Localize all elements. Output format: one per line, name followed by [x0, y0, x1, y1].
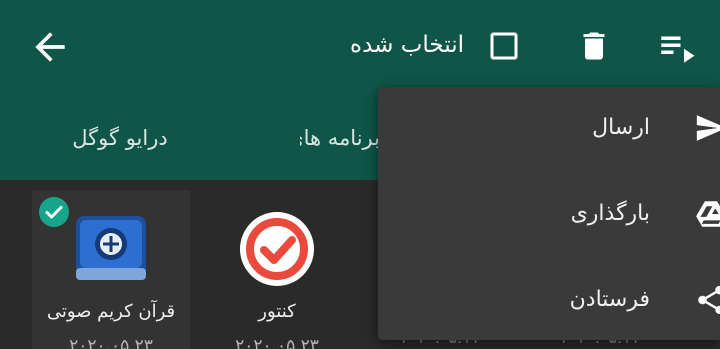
app-name: کنتور — [258, 301, 296, 322]
back-arrow-icon[interactable] — [28, 25, 72, 69]
counter-app-icon — [240, 212, 314, 286]
select-all-checkbox-icon[interactable] — [486, 28, 522, 64]
menu-item-share[interactable]: فرستادن — [378, 259, 720, 339]
app-name: قرآن کریم صوتی — [46, 301, 176, 322]
app-tile-counter[interactable]: کنتور ۲۰۲۰.۰۵.۲۳ — [198, 190, 356, 349]
playlist-play-icon[interactable] — [656, 26, 698, 68]
overflow-menu: ارسال بارگذاری فرستادن — [378, 87, 720, 340]
trash-icon[interactable] — [576, 24, 612, 68]
check-badge-icon — [39, 197, 69, 227]
tab-apps[interactable]: برنامه های — [300, 120, 380, 156]
tab-google-drive[interactable]: درایو گوگل — [60, 120, 180, 156]
send-icon — [696, 115, 720, 141]
menu-item-label: بارگذاری — [570, 201, 650, 226]
menu-item-label: ارسال — [592, 115, 650, 140]
page-title: انتخاب شده — [350, 32, 464, 58]
app-date: ۲۰۲۰.۰۵.۲۳ — [235, 336, 319, 349]
quran-book-icon — [76, 216, 146, 280]
share-icon — [698, 285, 720, 315]
app-date: ۲۰۲۰.۰۵.۲۳ — [69, 336, 153, 349]
google-drive-icon — [696, 201, 720, 227]
menu-item-send[interactable]: ارسال — [378, 87, 720, 167]
menu-item-label: فرستادن — [569, 287, 650, 312]
menu-item-upload[interactable]: بارگذاری — [378, 173, 720, 253]
